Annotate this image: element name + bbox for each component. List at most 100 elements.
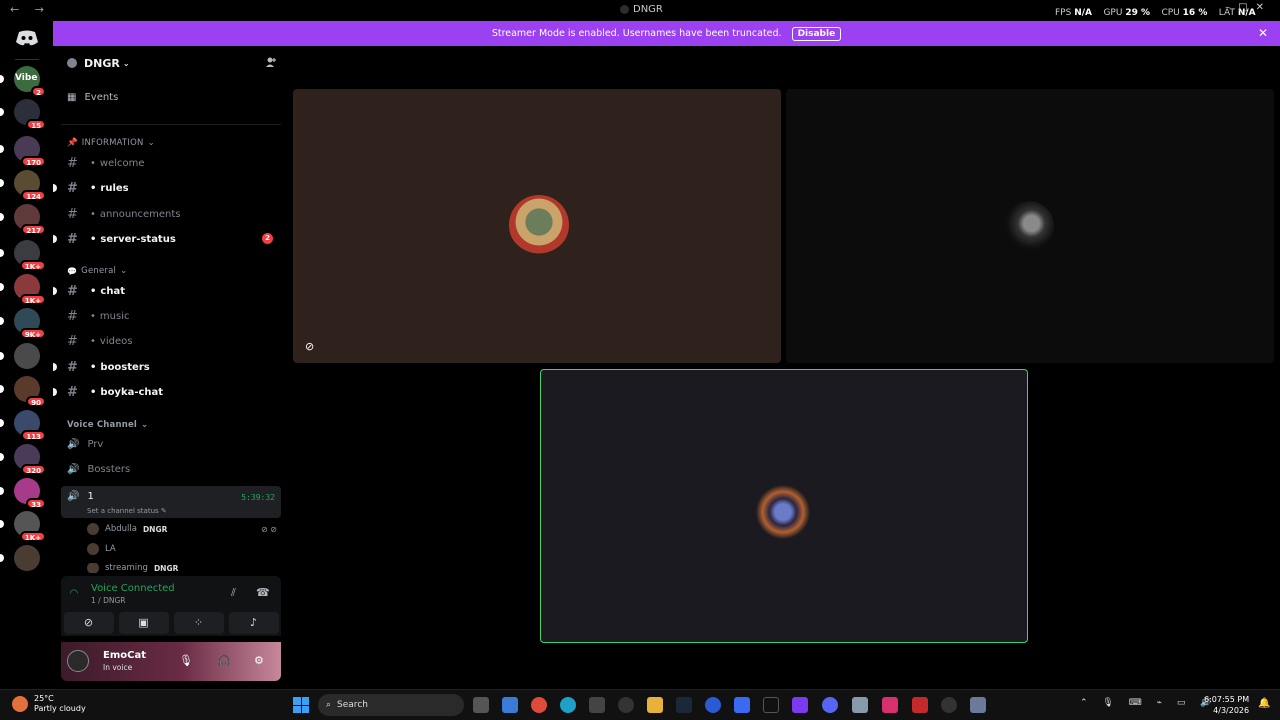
hash-icon: # <box>67 333 78 349</box>
server-icon[interactable]: 90 <box>0 376 46 407</box>
voice-member[interactable]: streaming DNGR <box>87 563 277 573</box>
server-icon[interactable]: 1K+ <box>0 240 46 271</box>
steam-icon[interactable] <box>676 697 692 713</box>
system-tray[interactable]: ⌃ 🎙 ⌨ ⌁ ▭ 🔊 <box>1080 698 1217 708</box>
server-icon[interactable]: 124 <box>0 170 46 201</box>
category-voice[interactable]: Voice Channel ⌄ <box>67 420 148 430</box>
events-link[interactable]: ▦ Events <box>67 92 118 103</box>
screen-share-button[interactable]: ▣ <box>118 612 169 634</box>
edge-icon[interactable] <box>560 697 576 713</box>
server-header[interactable]: DNGR ⌄ <box>53 46 289 80</box>
bullet-icon: • <box>90 157 96 169</box>
server-icon[interactable]: 33 <box>0 478 46 509</box>
server-icon[interactable]: 217 <box>0 204 46 235</box>
disable-streamer-mode-button[interactable]: Disable <box>791 26 842 41</box>
server-icon[interactable]: 113 <box>0 410 46 441</box>
close-banner-icon[interactable]: ✕ <box>1258 26 1268 40</box>
hash-icon: # <box>67 231 78 247</box>
instagram-icon[interactable] <box>882 697 898 713</box>
voice-connected-title[interactable]: Voice Connected <box>91 583 175 594</box>
settings-gear-icon[interactable]: ⚙ <box>254 654 264 667</box>
voice-member[interactable]: LA <box>87 540 277 558</box>
invite-people-icon[interactable] <box>265 56 277 68</box>
mention-badge: 1K+ <box>19 294 46 305</box>
voice-channel-prv[interactable]: 🔊 Prv <box>67 434 281 454</box>
app-icon[interactable] <box>792 697 808 713</box>
weather-widget[interactable]: 25°C Partly cloudy <box>12 694 86 714</box>
media-player-icon[interactable] <box>618 697 634 713</box>
channel-status-prompt[interactable]: Set a channel status ✎ <box>87 507 167 515</box>
file-explorer-icon[interactable] <box>647 697 663 713</box>
user-name[interactable]: EmoCat <box>103 650 146 661</box>
user-avatar[interactable] <box>67 650 89 672</box>
chrome-icon[interactable] <box>531 697 547 713</box>
server-icon[interactable] <box>0 343 40 369</box>
mention-count-badge: 2 <box>262 233 273 244</box>
participant-tile[interactable]: ⊘ <box>293 89 781 363</box>
voice-connected-sub[interactable]: 1 / DNGR <box>91 596 125 605</box>
close-icon[interactable]: ✕ <box>1256 2 1272 13</box>
server-icon[interactable] <box>0 545 40 571</box>
text-channel-boyka-chat[interactable]: # • boyka-chat <box>53 382 281 402</box>
server-icon[interactable]: 1K+ <box>0 274 46 305</box>
text-channel-welcome[interactable]: # • welcome <box>67 153 281 173</box>
notification-icon[interactable]: 🔔 <box>1258 698 1270 709</box>
voice-channel-bossters[interactable]: 🔊 Bossters <box>67 459 281 479</box>
app-icon[interactable] <box>734 697 750 713</box>
app-icon[interactable] <box>941 697 957 713</box>
server-icon[interactable]: Vibe 2 <box>0 66 46 97</box>
app-icon[interactable] <box>912 697 928 713</box>
noise-suppression-icon[interactable]: ⫽ <box>231 586 236 600</box>
server-icon[interactable]: 1K+ <box>0 511 46 542</box>
app-icon[interactable] <box>705 697 721 713</box>
app-icon[interactable] <box>502 697 518 713</box>
disconnect-icon[interactable]: ☎ <box>256 586 270 599</box>
discord-home-icon[interactable] <box>14 29 40 47</box>
microphone-icon[interactable]: 🎙 <box>179 654 193 667</box>
store-icon[interactable] <box>589 697 605 713</box>
text-channel-announcements[interactable]: # • announcements <box>67 204 281 224</box>
category-voice-label: Voice Channel <box>67 420 138 430</box>
text-channel-music[interactable]: # • music <box>67 306 281 326</box>
hash-icon: # <box>67 155 78 171</box>
server-icon[interactable]: 320 <box>0 444 46 475</box>
category-general[interactable]: 💬 General ⌄ <box>67 266 127 276</box>
server-icon[interactable]: 170 <box>0 136 46 167</box>
text-channel-chat[interactable]: # • chat <box>53 281 281 301</box>
task-view-icon[interactable] <box>473 697 489 713</box>
soundboard-button[interactable]: ♪ <box>228 612 279 634</box>
windows-start-icon[interactable] <box>293 697 309 713</box>
headphones-icon[interactable]: 🎧 <box>217 654 231 667</box>
text-channel-server-status[interactable]: # • server-status 2 <box>53 229 281 249</box>
voice-member[interactable]: Abdulla DNGR ⊘ ⊘ <box>87 520 277 538</box>
channel-name: boyka-chat <box>100 386 164 398</box>
discord-icon[interactable] <box>822 697 838 713</box>
participant-tile[interactable] <box>786 89 1274 363</box>
gpu-label: GPU <box>1103 8 1123 18</box>
history-nav-arrows[interactable]: ← → <box>10 3 50 16</box>
text-channel-boosters[interactable]: # • boosters <box>53 357 281 377</box>
mention-badge: 113 <box>21 430 46 441</box>
text-channel-rules[interactable]: # • rules <box>53 178 281 198</box>
text-channel-videos[interactable]: # • videos <box>67 331 281 351</box>
server-icon[interactable]: 15 <box>0 99 46 130</box>
app-icon[interactable] <box>852 697 868 713</box>
voice-channel-active[interactable]: 🔊 1 5:39:32 Set a channel status ✎ <box>61 486 281 518</box>
activities-button[interactable]: ⁘ <box>173 612 224 634</box>
category-information[interactable]: 📌 INFORMATION ⌄ <box>67 138 155 148</box>
camera-off-icon: ⊘ <box>83 616 94 629</box>
fps-label: FPS <box>1055 8 1072 18</box>
maximize-icon[interactable]: □ <box>1238 2 1255 13</box>
participant-tile-speaking[interactable] <box>540 369 1028 643</box>
member-server-tag: DNGR <box>153 563 179 573</box>
chevron-down-icon: ⌄ <box>122 58 130 68</box>
activities-icon: ⁘ <box>193 616 204 629</box>
server-icon[interactable]: 9K+ <box>0 308 46 339</box>
taskbar-clock[interactable]: 6:07:55 PM 4/3/2026 <box>1204 694 1249 716</box>
tiktok-icon[interactable] <box>763 697 779 713</box>
minimize-icon[interactable]: – <box>1225 2 1238 13</box>
settings-icon[interactable] <box>970 697 986 713</box>
camera-off-button[interactable]: ⊘ <box>63 612 114 634</box>
mention-badge: 217 <box>21 224 46 235</box>
taskbar-search[interactable]: ⌕ Search <box>318 694 464 716</box>
